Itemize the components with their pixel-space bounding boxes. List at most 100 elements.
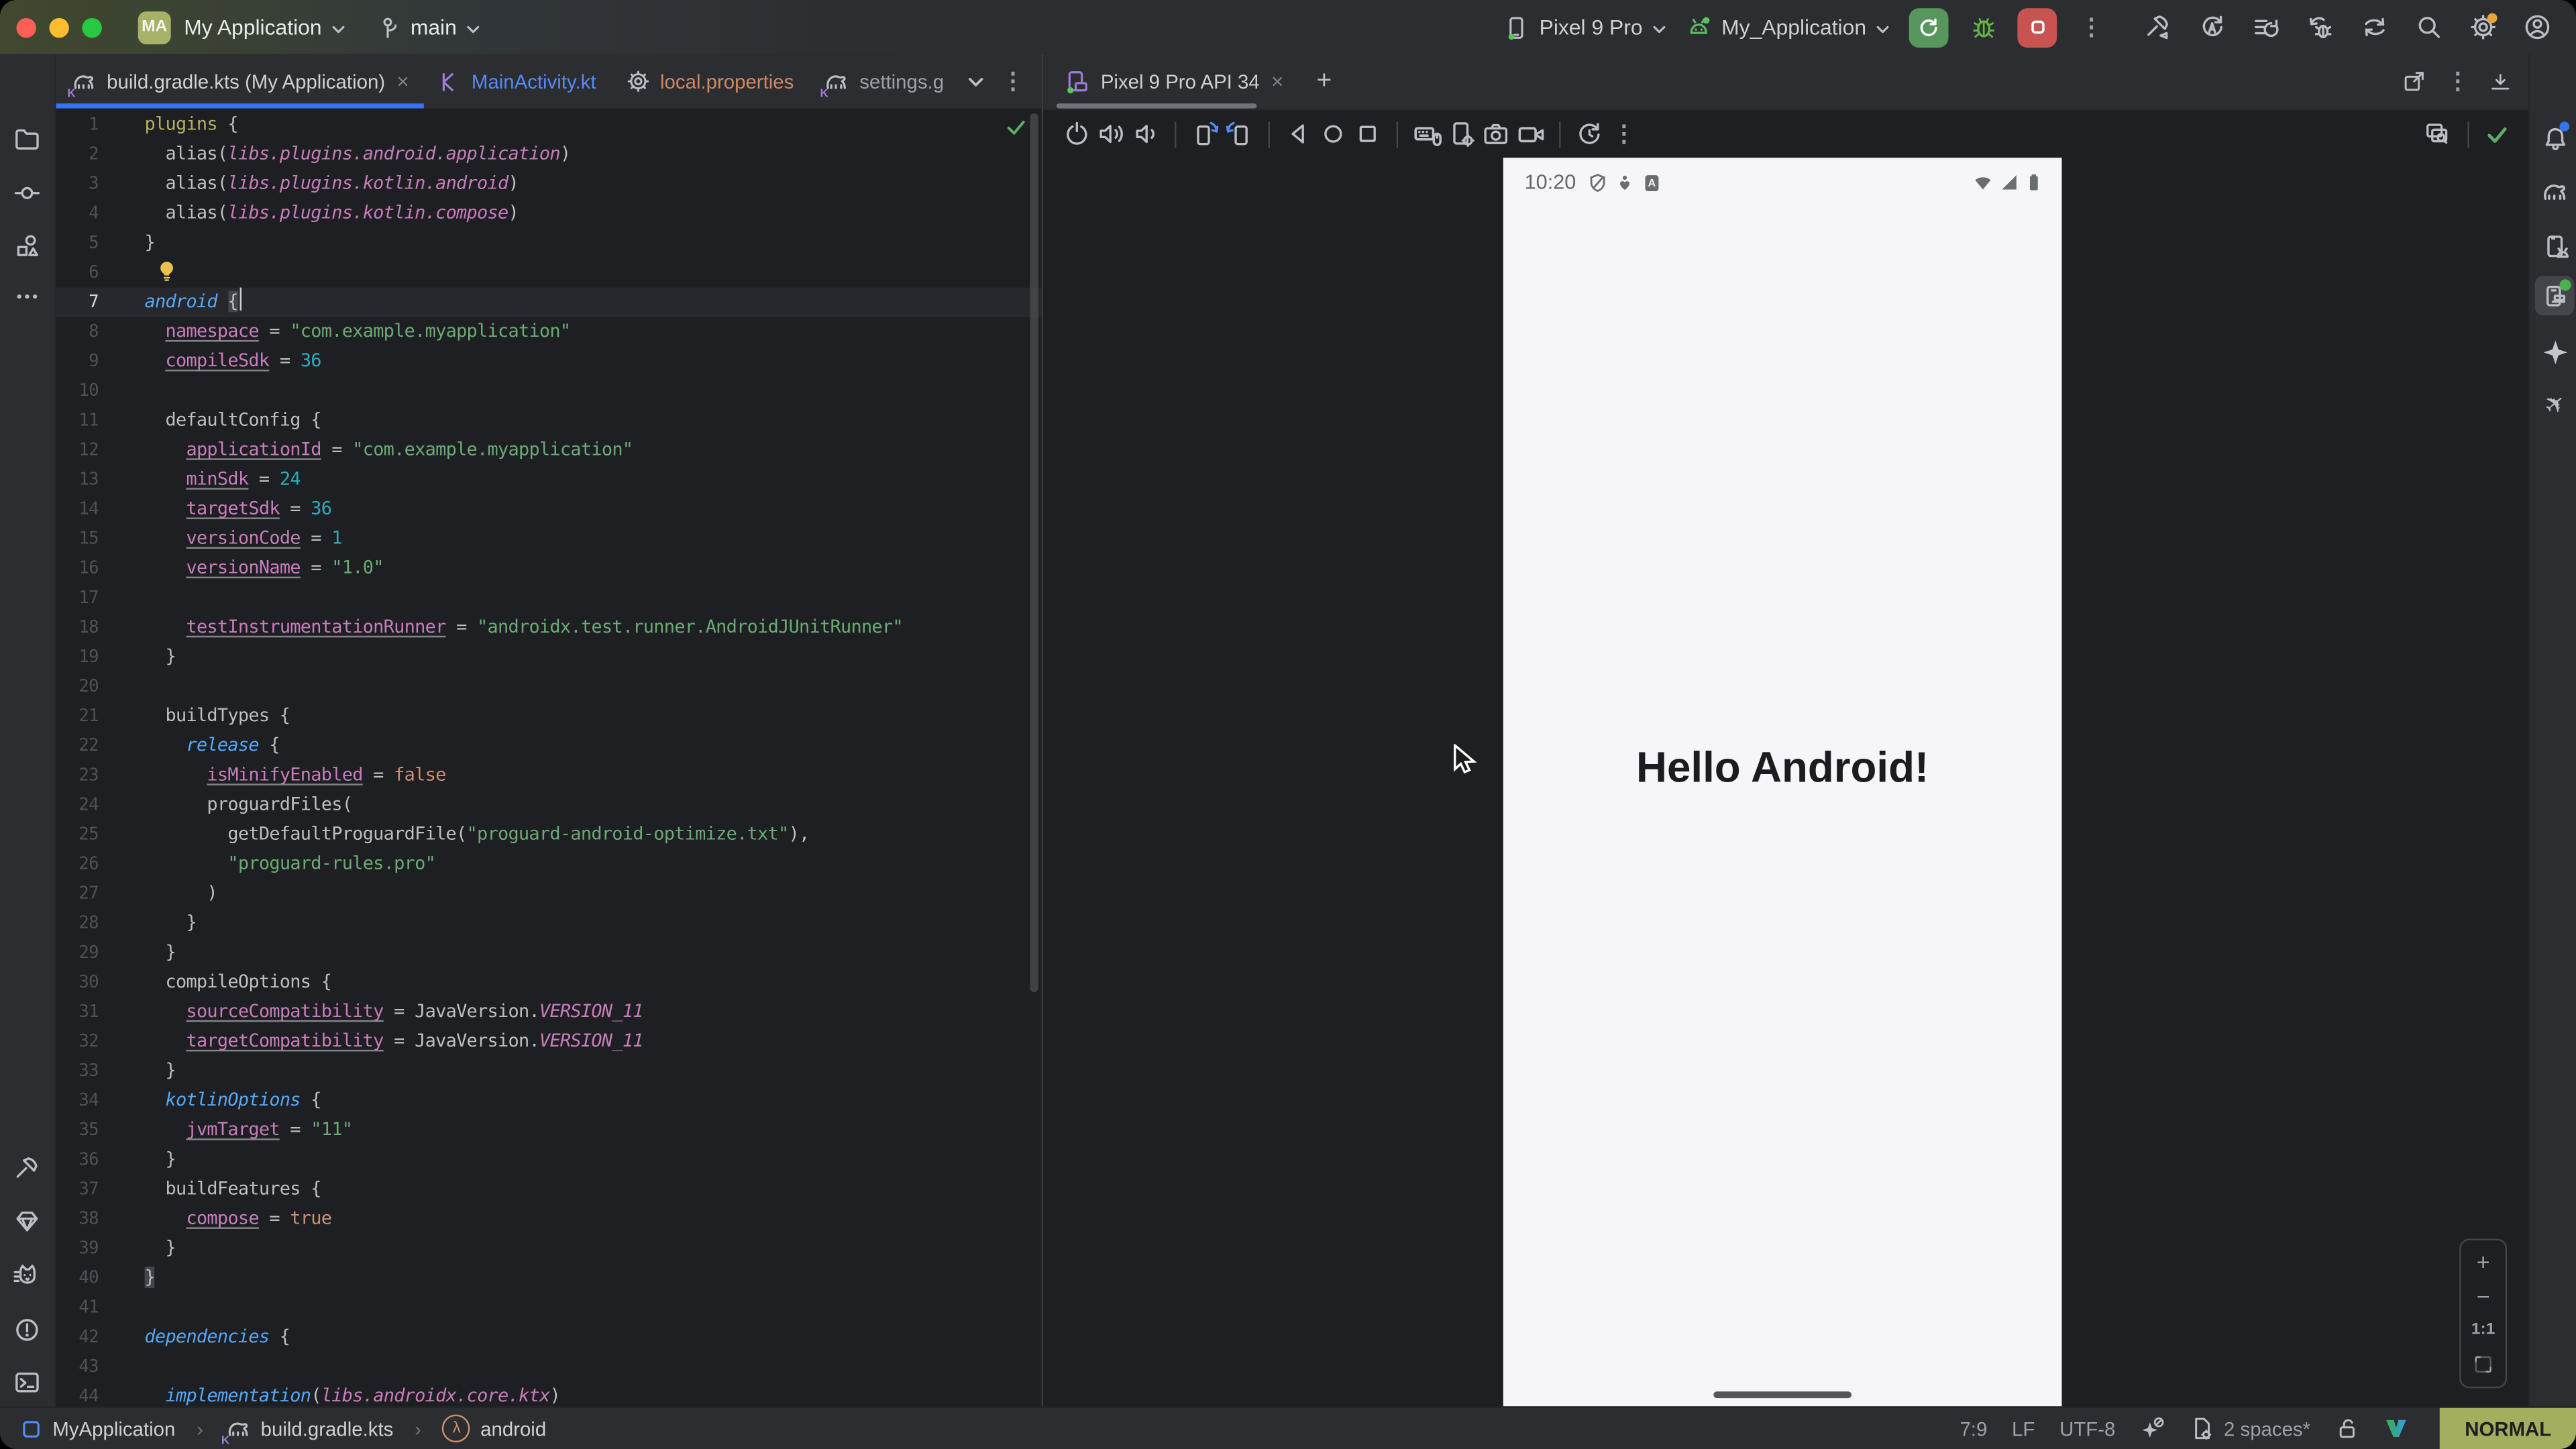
code-line[interactable]: 3 alias(libs.plugins.kotlin.android)	[56, 169, 1041, 199]
caret-position-widget[interactable]: 7:9	[1960, 1417, 1987, 1440]
line-number[interactable]: 34	[56, 1086, 99, 1116]
inspections-ok-check-icon[interactable]	[1006, 117, 1027, 138]
profile-button[interactable]	[2517, 7, 2557, 47]
code-line[interactable]: 33 }	[56, 1057, 1041, 1086]
close-icon[interactable]: ×	[396, 69, 409, 94]
code-line[interactable]: 35 jvmTarget = "11"	[56, 1116, 1041, 1145]
line-number[interactable]: 8	[56, 317, 99, 347]
code-line[interactable]: 10	[56, 376, 1041, 406]
fit-to-window-icon[interactable]	[2473, 1354, 2494, 1375]
run-configuration-selector[interactable]: My_Application	[1684, 14, 1891, 40]
power-button[interactable]	[1060, 117, 1094, 151]
code-line[interactable]: 42dependencies {	[56, 1322, 1041, 1352]
running-devices-button[interactable]	[2535, 276, 2575, 315]
close-icon[interactable]: ×	[1271, 69, 1284, 94]
code-line[interactable]: 37 buildFeatures {	[56, 1175, 1041, 1204]
code-line[interactable]: 41	[56, 1293, 1041, 1322]
device-selector[interactable]: Pixel 9 Pro	[1503, 14, 1668, 40]
hardware-input-button[interactable]	[1409, 117, 1444, 151]
code-line[interactable]: 27 )	[56, 879, 1041, 908]
screen-record-button[interactable]	[1513, 117, 1548, 151]
code-line[interactable]: 19 }	[56, 643, 1041, 672]
device-manager-button[interactable]	[2535, 227, 2575, 266]
code-line[interactable]: 4 alias(libs.plugins.kotlin.compose)	[56, 199, 1041, 228]
rotate-left-button[interactable]	[1188, 117, 1222, 151]
sync-gradle-button[interactable]	[2354, 7, 2394, 47]
build-tool-button[interactable]	[7, 1148, 46, 1188]
line-number[interactable]: 21	[56, 702, 99, 731]
breadcrumb-file[interactable]: build.gradle.kts	[261, 1417, 394, 1440]
code-line[interactable]: 6	[56, 258, 1041, 287]
ai-assistant-off-icon[interactable]	[2140, 1416, 2165, 1441]
line-number[interactable]: 36	[56, 1145, 99, 1175]
line-number[interactable]: 16	[56, 553, 99, 583]
line-number[interactable]: 12	[56, 435, 99, 465]
commit-tool-button[interactable]	[7, 172, 46, 212]
code-line[interactable]: 24 proguardFiles(	[56, 790, 1041, 820]
app-quality-insights-tool-button[interactable]	[7, 1201, 46, 1240]
add-device-tab-button[interactable]: +	[1316, 66, 1332, 96]
rerun-button[interactable]	[1909, 7, 1949, 47]
zoom-out-button[interactable]: −	[2477, 1287, 2490, 1306]
line-number[interactable]: 26	[56, 849, 99, 879]
line-number[interactable]: 35	[56, 1116, 99, 1145]
volume-down-button[interactable]	[1128, 117, 1163, 151]
notifications-button[interactable]	[2535, 118, 2575, 158]
line-number[interactable]: 15	[56, 524, 99, 553]
build-button[interactable]	[2137, 7, 2177, 47]
tab-mainactivity[interactable]: MainActivity.kt	[424, 54, 611, 109]
vim-mode-badge[interactable]: NORMAL	[2440, 1408, 2576, 1449]
line-number[interactable]: 5	[56, 228, 99, 258]
line-number[interactable]: 22	[56, 731, 99, 761]
tab-local-properties[interactable]: local.properties	[611, 54, 809, 109]
line-number[interactable]: 43	[56, 1352, 99, 1382]
zoom-in-button[interactable]: +	[2477, 1252, 2490, 1271]
code-line[interactable]: 44 implementation(libs.androidx.core.ktx…	[56, 1382, 1041, 1408]
code-area[interactable]: 1plugins {2 alias(libs.plugins.android.a…	[56, 110, 1041, 1408]
gradle-tool-button[interactable]	[2535, 172, 2575, 212]
line-number[interactable]: 31	[56, 998, 99, 1027]
zoom-reset-button[interactable]: 1:1	[2471, 1321, 2495, 1339]
problems-tool-button[interactable]	[7, 1309, 46, 1349]
device-settings-button[interactable]	[1444, 117, 1479, 151]
tab-options-kebab-icon[interactable]: ⋮	[1002, 67, 1024, 95]
emulator-more-kebab-icon[interactable]: ⋮	[1607, 117, 1641, 151]
line-number[interactable]: 4	[56, 199, 99, 228]
device-tab[interactable]: Pixel 9 Pro API 34 ×	[1043, 54, 1300, 109]
line-number[interactable]: 27	[56, 879, 99, 908]
code-line[interactable]: 2 alias(libs.plugins.android.application…	[56, 140, 1041, 169]
code-line[interactable]: 28 }	[56, 908, 1041, 938]
code-line[interactable]: 25 getDefaultProguardFile("proguard-andr…	[56, 820, 1041, 849]
line-number[interactable]: 10	[56, 376, 99, 406]
line-number[interactable]: 40	[56, 1263, 99, 1293]
line-number[interactable]: 3	[56, 169, 99, 199]
code-line[interactable]: 17	[56, 583, 1041, 612]
breadcrumb-element[interactable]: android	[480, 1417, 546, 1440]
more-tool-windows-button[interactable]	[7, 276, 46, 315]
hidden-tabs-chevron-icon[interactable]	[965, 72, 985, 91]
line-number[interactable]: 37	[56, 1175, 99, 1204]
line-number[interactable]: 6	[56, 258, 99, 287]
device-screen[interactable]: 10:20 A Hello Android!	[1503, 158, 2062, 1409]
code-line[interactable]: 7android {	[56, 288, 1041, 317]
overview-button[interactable]	[1350, 117, 1385, 151]
code-line[interactable]: 29 }	[56, 938, 1041, 967]
rotate-right-button[interactable]	[1222, 117, 1256, 151]
line-number[interactable]: 25	[56, 820, 99, 849]
firebase-assistant-button[interactable]: ✈	[2535, 384, 2575, 424]
line-number[interactable]: 14	[56, 494, 99, 524]
line-number[interactable]: 32	[56, 1027, 99, 1057]
line-number[interactable]: 28	[56, 908, 99, 938]
line-number[interactable]: 38	[56, 1204, 99, 1234]
back-button[interactable]	[1281, 117, 1316, 151]
line-number[interactable]: 9	[56, 347, 99, 376]
apply-code-changes-button[interactable]	[2246, 7, 2286, 47]
line-number[interactable]: 23	[56, 761, 99, 790]
code-line[interactable]: 30 compileOptions {	[56, 967, 1041, 997]
line-number[interactable]: 7	[56, 288, 99, 317]
line-separator-widget[interactable]: LF	[2012, 1417, 2035, 1440]
line-number[interactable]: 17	[56, 583, 99, 612]
line-number[interactable]: 39	[56, 1234, 99, 1263]
snapshots-button[interactable]	[1572, 117, 1607, 151]
code-line[interactable]: 34 kotlinOptions {	[56, 1086, 1041, 1116]
